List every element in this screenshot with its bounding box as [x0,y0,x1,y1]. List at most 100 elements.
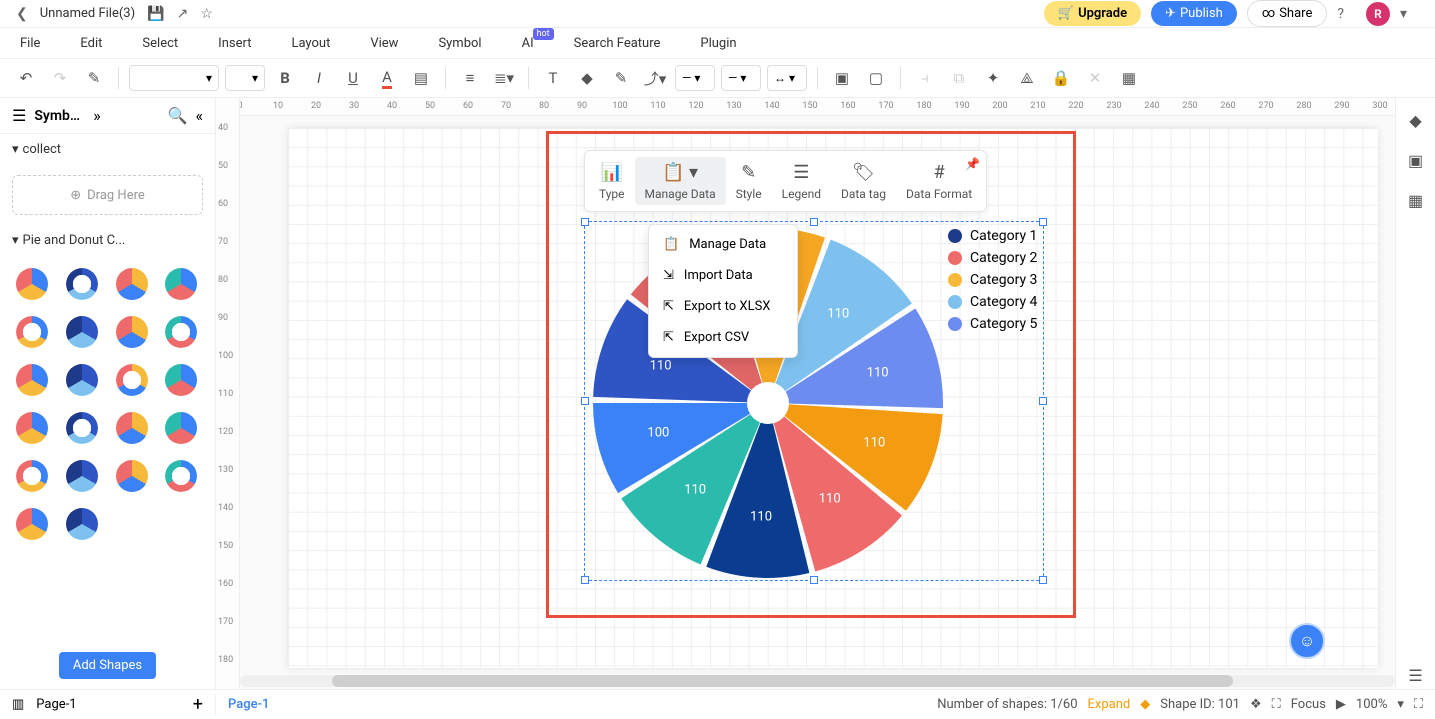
shape-thumb[interactable] [161,408,201,448]
fill-color-button[interactable]: ◆ [573,64,601,92]
align-v-button[interactable]: ≣▾ [490,64,518,92]
font-family-select[interactable]: ▾ [129,65,219,91]
legend-item[interactable]: Category 5 [948,316,1037,332]
shape-thumb[interactable] [12,504,52,544]
shape-thumb[interactable] [12,408,52,448]
legend-item[interactable]: Category 4 [948,294,1037,310]
presentation-icon[interactable]: ▶ [1336,697,1346,712]
assistant-button[interactable]: ☺ [1289,623,1325,659]
legend-item[interactable]: Category 3 [948,272,1037,288]
image-button[interactable]: ▣ [828,64,856,92]
shape-thumb[interactable] [112,264,152,304]
menu-search-feature[interactable]: Search Feature [574,36,661,51]
menu-symbol[interactable]: Symbol [438,36,481,51]
legend-item[interactable]: Category 2 [948,250,1037,266]
menu-file[interactable]: File [20,36,40,51]
shape-thumb[interactable] [12,312,52,352]
layers-icon[interactable]: ❖ [1250,697,1262,712]
legend-item[interactable]: Category 1 [948,228,1037,244]
section-collect[interactable]: ▾ collect [0,134,215,165]
text-tool-button[interactable]: T [539,64,567,92]
resize-handle-br[interactable] [1039,576,1047,584]
dd-export-csv[interactable]: ⇱Export CSV [649,322,797,353]
line-weight-select[interactable]: — ▾ [721,65,761,91]
dd-manage-data[interactable]: 📋Manage Data [649,229,797,260]
resize-handle-tr[interactable] [1039,218,1047,226]
arrow-select[interactable]: ↔ ▾ [767,65,807,91]
shape-thumb[interactable] [112,408,152,448]
redo-button[interactable]: ↷ [46,64,74,92]
menu-insert[interactable]: Insert [218,36,251,51]
italic-button[interactable]: I [305,64,333,92]
share-button[interactable]: ∞ Share [1247,0,1328,27]
shape-thumb[interactable] [112,360,152,400]
align-objects-button[interactable]: ⫞ [911,64,939,92]
shape-button[interactable]: ▢ [862,64,890,92]
shape-thumb[interactable] [62,360,102,400]
lock-button[interactable]: 🔒 [1047,64,1075,92]
tools-button[interactable]: ✕ [1081,64,1109,92]
connector-button[interactable]: ⤴▾ [641,64,669,92]
shape-thumb[interactable] [12,360,52,400]
publish-button[interactable]: ✈ Publish [1151,1,1237,26]
back-icon[interactable]: ❮ [16,6,28,22]
font-size-select[interactable]: ▾ [225,65,265,91]
resize-handle-mr[interactable] [1039,397,1047,405]
menu-select[interactable]: Select [142,36,178,51]
collapse-sidebar-icon[interactable]: « [195,106,203,125]
export-icon[interactable]: ↗ [177,6,189,22]
menu-edit[interactable]: Edit [80,36,102,51]
fill-panel-icon[interactable]: ◆ [1402,106,1430,134]
dd-import-data[interactable]: ⇲Import Data [649,260,797,291]
section-pie[interactable]: ▾ Pie and Donut C... [0,225,215,256]
shape-thumb[interactable] [62,456,102,496]
drag-here-zone[interactable]: ⊕ Drag Here [12,175,203,215]
horizontal-scrollbar[interactable] [240,675,1395,689]
shape-thumb[interactable] [62,264,102,304]
shape-thumb[interactable] [161,456,201,496]
zoom-chevron-icon[interactable]: ▾ [1397,697,1404,712]
chart-tb-style[interactable]: ✎Style [726,157,772,205]
library-icon[interactable]: ☰ [12,106,26,125]
pin-icon[interactable]: 📌 [965,157,980,171]
avatar[interactable]: R [1366,2,1390,26]
search-icon[interactable]: 🔍 [168,106,188,125]
shape-thumb[interactable] [161,264,201,304]
chart-tb-manage-data[interactable]: 📋 ▾Manage Data [635,157,726,205]
help-icon[interactable]: ? [1337,6,1344,22]
focus-label[interactable]: Focus [1291,697,1326,712]
format-painter-button[interactable]: ✎ [80,64,108,92]
crop-button[interactable]: ⟁ [1013,64,1041,92]
avatar-chevron-icon[interactable]: ▾ [1400,6,1407,22]
apps-panel-icon[interactable]: ▦ [1402,186,1430,214]
shape-thumb[interactable] [161,360,201,400]
table-button[interactable]: ▦ [1115,64,1143,92]
shape-thumb[interactable] [12,456,52,496]
pages-icon[interactable]: ▥ [12,697,24,712]
shape-thumb[interactable] [12,264,52,304]
page-tab[interactable]: Page-1 [216,697,281,712]
shape-thumb[interactable] [62,504,102,544]
undo-button[interactable]: ↶ [12,64,40,92]
add-shapes-button[interactable]: Add Shapes [59,652,156,679]
expand-link[interactable]: Expand [1088,697,1131,712]
upgrade-button[interactable]: 🛒 Upgrade [1044,1,1141,26]
current-page-name[interactable]: Page-1 [36,697,76,712]
save-icon[interactable]: 💾 [147,6,164,22]
dd-export-to-xlsx[interactable]: ⇱Export to XLSX [649,291,797,322]
group-button[interactable]: ⧉ [945,64,973,92]
focus-toggle-icon[interactable]: ⛶ [1272,697,1281,712]
line-style-select[interactable]: — ▾ [675,65,715,91]
more-panel-icon[interactable]: ☰ [1402,661,1430,689]
effects-button[interactable]: ✦ [979,64,1007,92]
shape-thumb[interactable] [112,312,152,352]
shape-thumb[interactable] [161,312,201,352]
menu-plugin[interactable]: Plugin [700,36,736,51]
chart-tb-type[interactable]: 📊Type [589,157,635,205]
sidebar-chevron-icon[interactable]: » [93,106,101,125]
shape-thumb[interactable] [112,456,152,496]
chart-tb-legend[interactable]: ☰Legend [772,157,831,205]
chart-tb-data-tag[interactable]: 🏷Data tag [831,157,896,205]
page-canvas[interactable]: 110110110110110110100110110110 Category … [288,128,1378,668]
underline-button[interactable]: U [339,64,367,92]
